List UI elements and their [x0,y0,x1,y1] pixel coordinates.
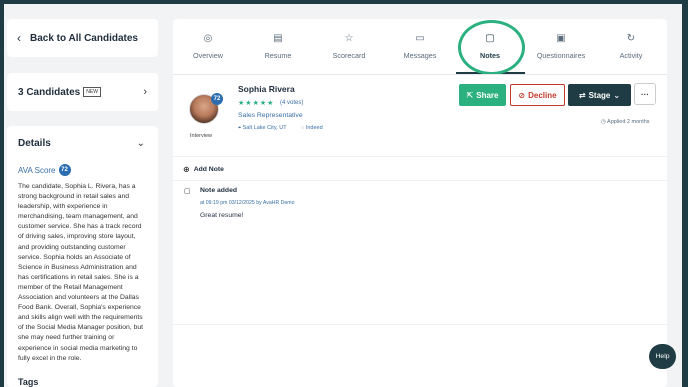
tab-divider [173,74,667,75]
tab-label: Questionnaires [536,51,586,60]
note-title: Note added [200,187,238,194]
tab-bar: ◎ Overview ▤ Resume ☆ Scorecard ▭ Messag… [173,19,667,75]
decline-label: Decline [528,90,557,100]
document-icon: ▤ [273,33,283,44]
tab-resume[interactable]: ▤ Resume [243,33,313,60]
divider [173,156,667,157]
tab-label: Notes [480,51,500,60]
tab-overview[interactable]: ◎ Overview [173,33,243,60]
tab-label: Scorecard [332,51,366,60]
clipboard-icon: ▣ [556,33,566,44]
back-to-candidates-button[interactable]: ‹ Back to All Candidates [7,19,158,57]
share-label: Share [476,90,499,100]
divider [173,324,667,325]
tab-label: Messages [403,51,437,60]
decline-button[interactable]: ⊘ Decline [510,84,565,106]
help-button[interactable]: Help [649,344,676,369]
swap-arrows-icon: ⇄ [578,90,586,100]
tags-title: Tags [18,377,39,387]
candidates-count-label: 3 Candidates [18,86,81,98]
candidate-location: ⌖ Salt Lake City, UT [238,125,287,132]
votes-count: (4 votes) [280,100,304,106]
star-icon[interactable]: ★ [267,100,274,107]
candidate-summary: The candidate, Sophia L. Rivera, has a s… [18,183,144,362]
ava-score-badge: 72 [58,164,71,176]
add-note-label: Add Note [193,166,224,173]
details-panel: Details ⌄ AVA Score 72 The candidate, So… [7,126,158,387]
location-pin-icon: ⌖ [238,125,242,131]
user-circle-icon: ◎ [203,33,213,44]
chevron-right-icon: › [143,86,147,98]
refresh-icon: ↻ [626,33,636,44]
location-text: Salt Lake City, UT [242,125,287,131]
divider [173,180,667,181]
stage-dropdown-button[interactable]: ⇄ Stage ⌄ [568,84,631,106]
chevron-left-icon: ‹ [17,31,21,45]
candidate-role: Sales Representative [238,112,303,119]
candidates-selector[interactable]: 3 Candidates NEW › [7,73,158,111]
applied-text: Applied 2 months [607,119,650,125]
candidate-name: Sophia Rivera [238,84,295,94]
applied-time: ◷ Applied 2 months [601,119,650,125]
left-frame-edge [0,0,4,387]
chevron-down-icon[interactable]: ⌄ [137,138,145,149]
note-body: Great resume! [200,212,244,219]
tab-messages[interactable]: ▭ Messages [385,33,455,60]
note-icon: ▢ [184,188,191,195]
more-options-button[interactable]: ··· [634,83,656,105]
rating-stars[interactable]: ★★★★★ [238,99,274,107]
back-label: Back to All Candidates [30,32,138,44]
ava-score-row: AVA Score 72 [18,164,147,176]
chevron-down-icon: ⌄ [613,90,621,100]
candidate-source: ◌ Indeed [301,125,323,131]
chat-icon: ▭ [415,33,425,44]
tab-label: Resume [264,51,292,60]
note-icon: ▢ [485,33,495,44]
tab-activity[interactable]: ↻ Activity [596,33,666,60]
globe-icon: ◌ [301,125,305,131]
tab-label: Activity [619,51,643,60]
share-icon: ⇱ [466,90,474,100]
star-icon[interactable]: ★ [253,100,260,107]
plus-circle-icon: ⊕ [183,165,190,174]
details-title: Details [18,138,51,149]
source-text: Indeed [305,125,323,131]
star-icon: ☆ [344,33,354,44]
tab-questionnaires[interactable]: ▣ Questionnaires [526,33,596,60]
tab-scorecard[interactable]: ☆ Scorecard [314,33,384,60]
star-icon[interactable]: ★ [245,100,252,107]
new-badge: NEW [83,87,101,97]
add-note-button[interactable]: ⊕ Add Note [183,165,224,174]
stage-label: Stage [588,90,611,100]
tab-notes[interactable]: ▢ Notes [455,33,525,60]
share-button[interactable]: ⇱ Share [459,84,506,106]
candidate-main-panel: ◎ Overview ▤ Resume ☆ Scorecard ▭ Messag… [173,19,667,387]
right-frame-edge [682,0,688,387]
tab-label: Overview [193,51,223,60]
candidate-stage-caption: Interview [190,133,213,139]
note-meta: at 09:19 pm 03/12/2025 by AvaHR Demo [200,200,295,206]
details-header[interactable]: Details ⌄ [18,138,147,149]
ban-icon: ⊘ [518,90,526,100]
candidate-score-badge: 72 [211,93,223,105]
ava-score-label: AVA Score [18,165,56,175]
clock-icon: ◷ [601,119,606,125]
top-frame-strip [0,0,688,4]
